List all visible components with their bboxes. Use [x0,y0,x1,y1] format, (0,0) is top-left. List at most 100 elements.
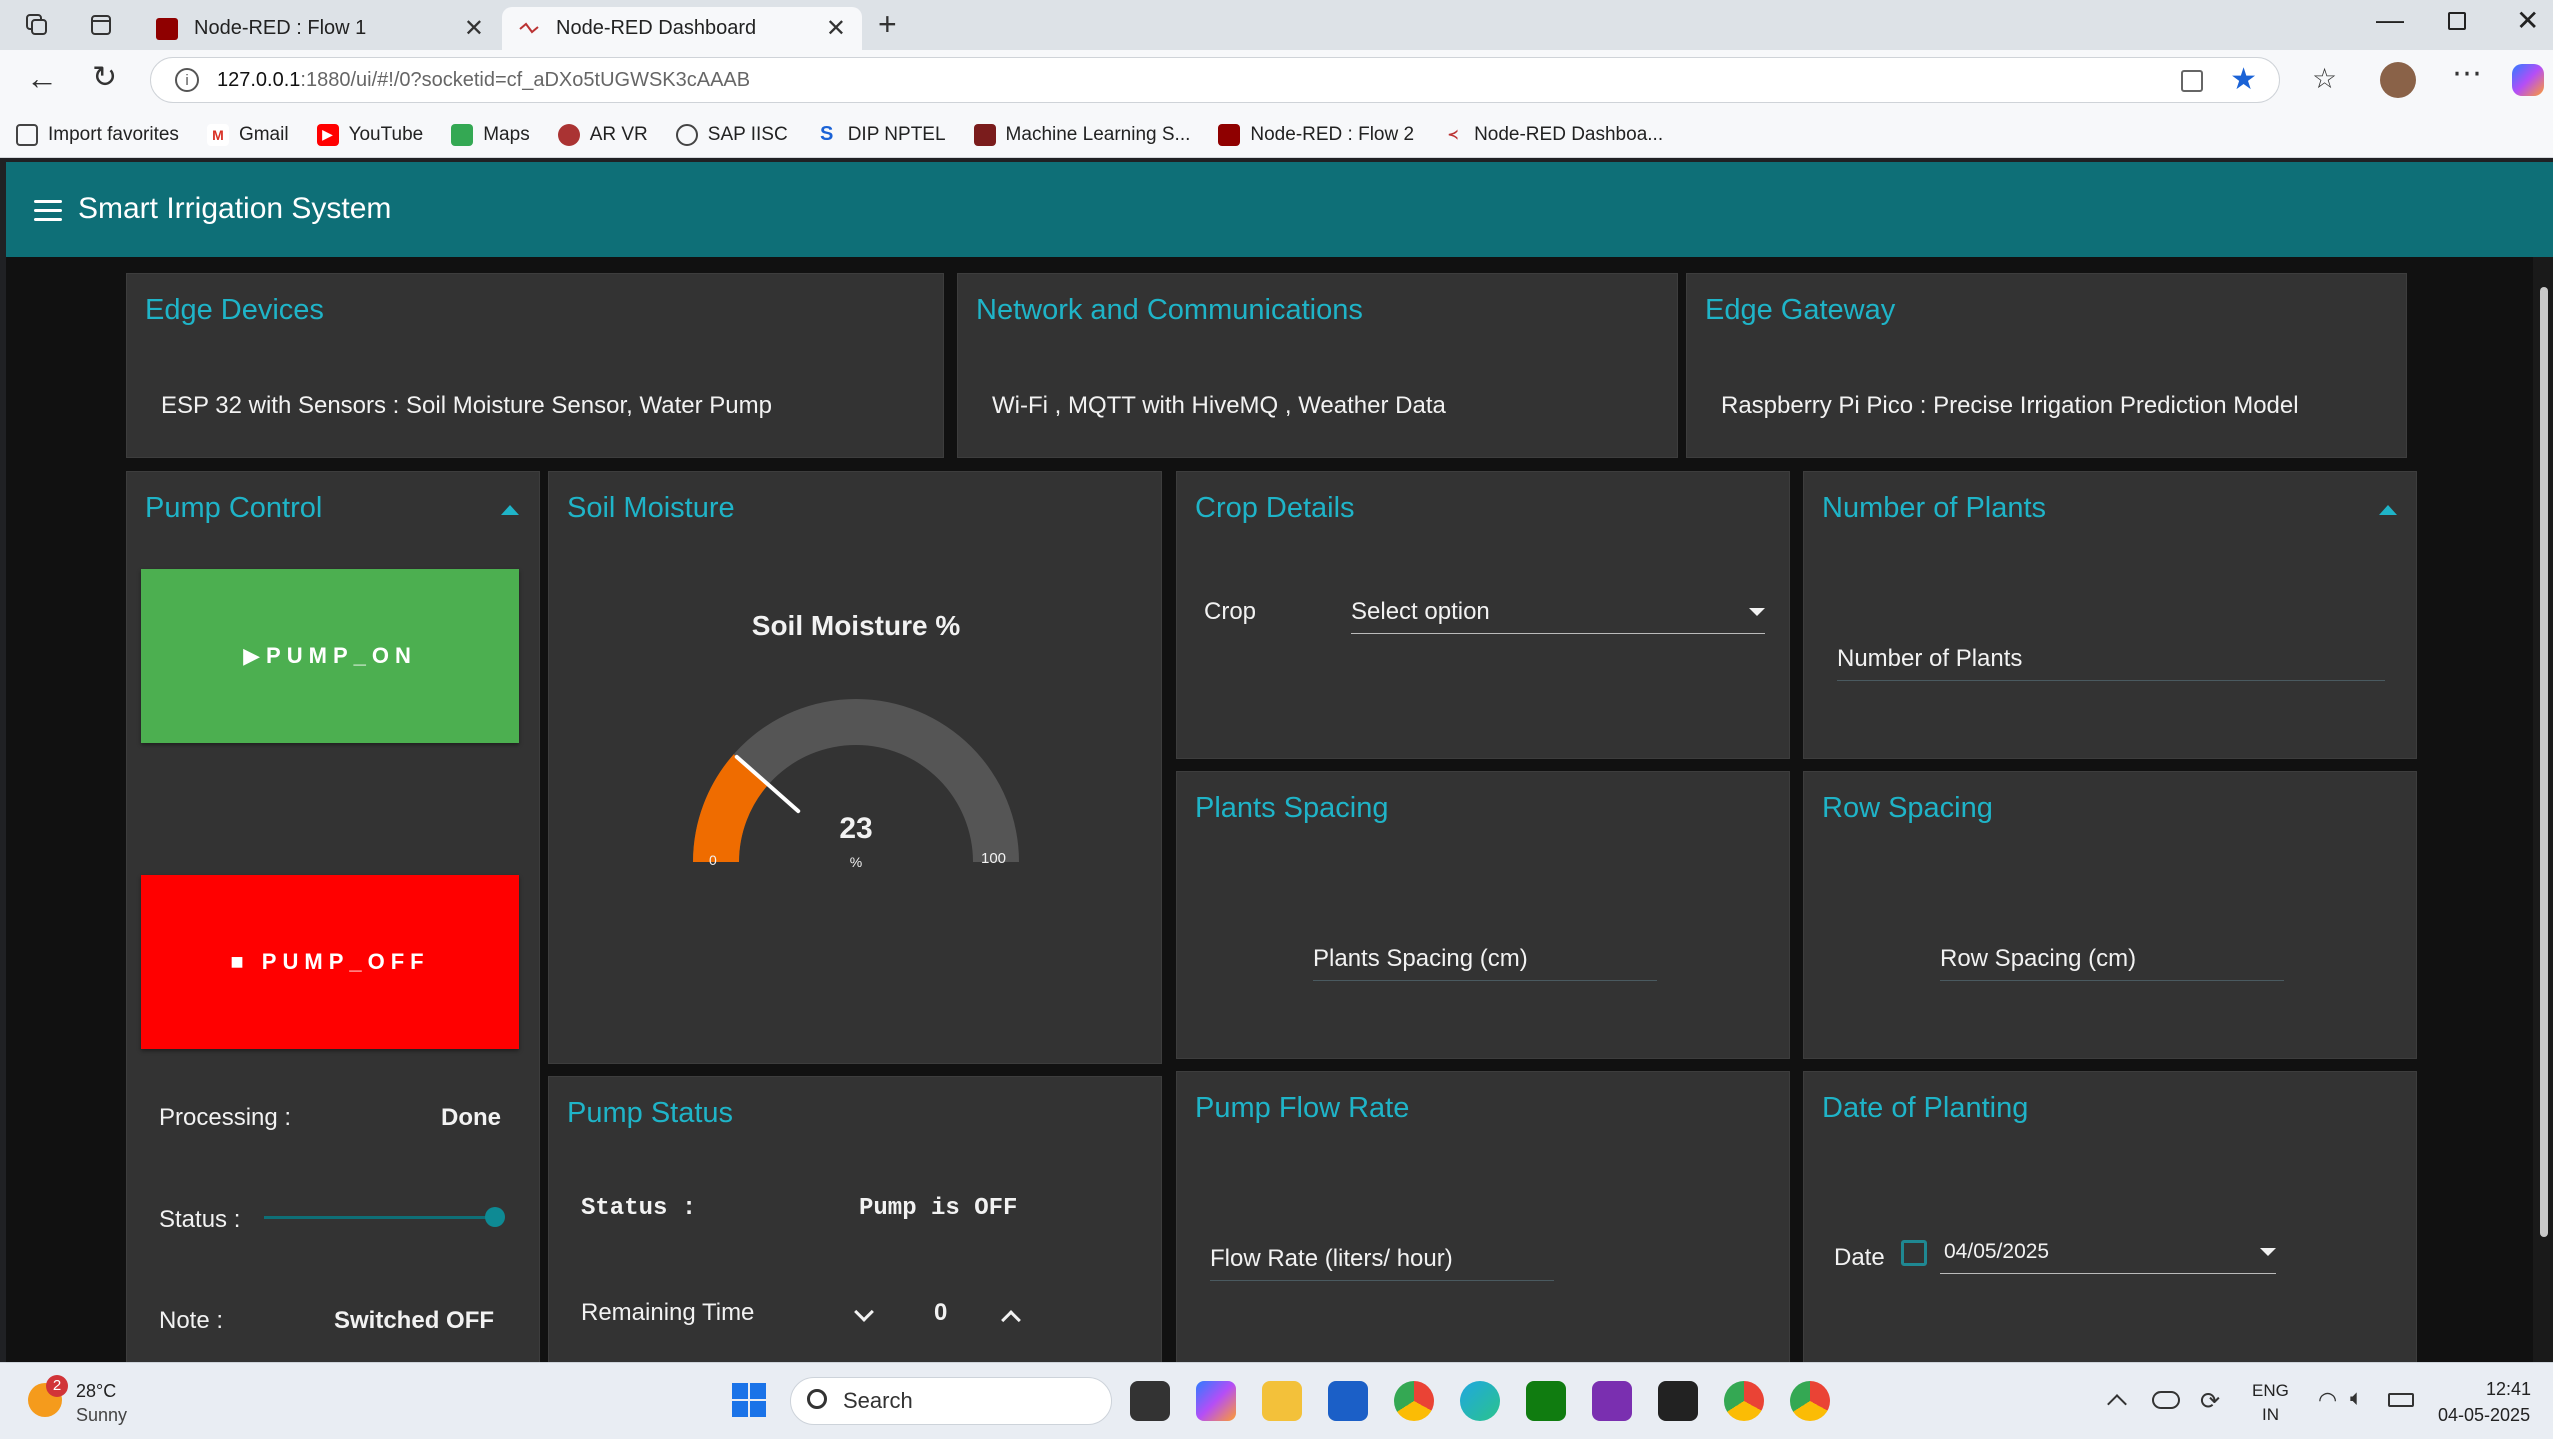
bookmark-label: Gmail [238,123,289,145]
date-value: 04/05/2025 [1944,1240,2050,1263]
url-host: 127.0.0.1 [217,68,301,91]
copilot-icon[interactable] [2512,64,2544,96]
processing-value: Done [441,1104,501,1131]
sync-icon[interactable]: ⟳ [2200,1387,2220,1416]
clock-date[interactable]: 04-05-2025 [2438,1405,2530,1426]
terminal-icon[interactable] [1658,1381,1698,1421]
more-icon[interactable]: ⋯ [2452,56,2482,91]
address-bar[interactable]: i 127.0.0.1:1880/ui/#!/0?socketid=cf_aDX… [150,57,2280,103]
copilot-icon[interactable] [1196,1381,1236,1421]
close-icon[interactable]: ✕ [464,14,484,43]
app-header: Smart Irrigation System [6,162,2553,257]
volume-icon[interactable]: 🔈︎ [2350,1385,2363,1411]
chrome-icon[interactable] [1394,1381,1434,1421]
close-window-icon[interactable]: ✕ [2516,4,2539,37]
back-icon[interactable]: ← [26,60,58,97]
bookmark-ar-vr[interactable]: AR VR [557,123,648,146]
store-icon[interactable] [1328,1381,1368,1421]
battery-icon[interactable] [2388,1393,2414,1407]
weather-badge: 2 [46,1375,68,1397]
bookmark-machine-learning[interactable]: Machine Learning S... [973,123,1190,146]
menu-icon[interactable] [34,200,62,222]
flow-rate-input[interactable]: Flow Rate (liters/ hour) [1210,1245,1453,1273]
new-tab-icon[interactable]: + [878,6,897,43]
remaining-time-value[interactable]: 0 [934,1299,947,1327]
row-spacing-input[interactable]: Row Spacing (cm) [1940,945,2136,973]
app-view-icon[interactable] [2181,70,2203,92]
info-icon[interactable]: i [175,68,199,92]
clock-time[interactable]: 12:41 [2486,1379,2531,1400]
bookmark-gmail[interactable]: M Gmail [206,123,289,146]
bookmark-node-red-flow[interactable]: Node-RED : Flow 2 [1218,123,1414,146]
chrome-profile-icon[interactable] [1790,1381,1830,1421]
scrollbar-thumb[interactable] [2540,287,2548,1237]
onedrive-icon[interactable] [2152,1391,2180,1409]
tab-node-red-flow[interactable]: Node-RED : Flow 1 ✕ [140,7,500,50]
gauge-title: Soil Moisture % [751,610,961,641]
search-placeholder: Search [843,1388,913,1413]
card-soil-moisture: Soil Moisture Soil Moisture % 23 % 0 100 [548,471,1162,1064]
favorite-star-icon[interactable]: ★ [2230,62,2257,97]
number-of-plants-input[interactable]: Number of Plants [1837,645,2022,673]
app-title: Smart Irrigation System [78,192,392,225]
workspaces-icon[interactable] [24,12,50,38]
chevron-down-icon[interactable] [854,1302,874,1322]
bookmark-maps[interactable]: Maps [451,123,530,146]
pump-status-label: Status : [581,1195,697,1222]
file-explorer-icon[interactable] [1262,1381,1302,1421]
xbox-icon[interactable] [1526,1381,1566,1421]
card-number-of-plants: Number of Plants Number of Plants [1803,471,2417,759]
collapse-icon[interactable] [2379,505,2397,515]
windows-taskbar: 2 28°C Sunny Search ⟳ ENG IN ◠ 🔈︎ 12:41 … [0,1362,2553,1439]
close-icon[interactable]: ✕ [826,14,846,43]
edge-icon[interactable] [1460,1381,1500,1421]
bookmark-dip-nptel[interactable]: S DIP NPTEL [816,123,946,146]
bookmark-sap-iisc[interactable]: SAP IISC [675,123,788,146]
status-slider-thumb[interactable] [485,1207,505,1227]
browser-tab-strip: Node-RED : Flow 1 ✕ Node-RED Dashboard ✕… [0,0,2553,50]
calendar-icon[interactable] [1901,1240,1927,1266]
gmail-icon: M [206,123,229,146]
status-label: Status : [159,1206,241,1233]
app-icon[interactable] [1592,1381,1632,1421]
card-title: Network and Communications [976,294,1363,326]
restore-icon[interactable] [2448,12,2466,30]
start-icon[interactable] [730,1381,768,1419]
chevron-up-icon[interactable] [2107,1394,2127,1414]
status-slider-track[interactable] [264,1216,494,1219]
flow-rate-underline [1210,1280,1554,1281]
card-pump-status: Pump Status Status : Pump is OFF Remaini… [548,1076,1162,1362]
bookmark-label: Import favorites [48,123,179,145]
tab-actions-icon[interactable] [88,12,114,38]
wifi-icon[interactable]: ◠ [2318,1387,2337,1413]
plants-spacing-underline [1313,980,1657,981]
language-bottom[interactable]: IN [2262,1405,2279,1425]
minimize-icon[interactable]: — [2376,4,2404,36]
dashboard-icon: ≺ [1447,126,1459,142]
row-spacing-underline [1940,980,2284,981]
chevron-up-icon[interactable] [1001,1310,1021,1330]
tab-node-red-dashboard[interactable]: Node-RED Dashboard ✕ [502,7,862,50]
language-top[interactable]: ENG [2252,1381,2289,1401]
pump-off-button[interactable]: ■ PUMP_OFF [141,875,519,1049]
remaining-time-label: Remaining Time [581,1299,755,1326]
card-edge-devices: Edge Devices ESP 32 with Sensors : Soil … [126,273,944,458]
bookmark-youtube[interactable]: ▶ YouTube [316,123,423,146]
plants-spacing-input[interactable]: Plants Spacing (cm) [1313,945,1528,973]
bookmarks-bar: Import favorites M Gmail ▶ YouTube Maps AR… [0,112,2553,158]
bookmark-import-favorites[interactable]: Import favorites [16,123,179,146]
pump-on-button[interactable]: ▶PUMP_ON [141,569,519,743]
task-view-icon[interactable] [1130,1381,1170,1421]
profile-avatar[interactable] [2380,62,2416,98]
taskbar-search[interactable]: Search [790,1377,1112,1425]
date-input[interactable]: 04/05/2025 [1940,1228,2276,1274]
bookmark-label: AR VR [589,123,648,145]
bookmark-node-red-dashboard[interactable]: ≺ Node-RED Dashboa... [1442,124,1663,146]
card-title: Number of Plants [1822,492,2047,524]
collapse-icon[interactable] [501,505,519,515]
browser-toolbar: ← ↻ i 127.0.0.1:1880/ui/#!/0?socketid=cf… [0,50,2553,112]
chrome-profile-icon[interactable] [1724,1381,1764,1421]
refresh-icon[interactable]: ↻ [92,60,117,95]
favorites-icon[interactable]: ☆ [2312,62,2337,95]
crop-select[interactable]: Select option [1351,588,1765,634]
